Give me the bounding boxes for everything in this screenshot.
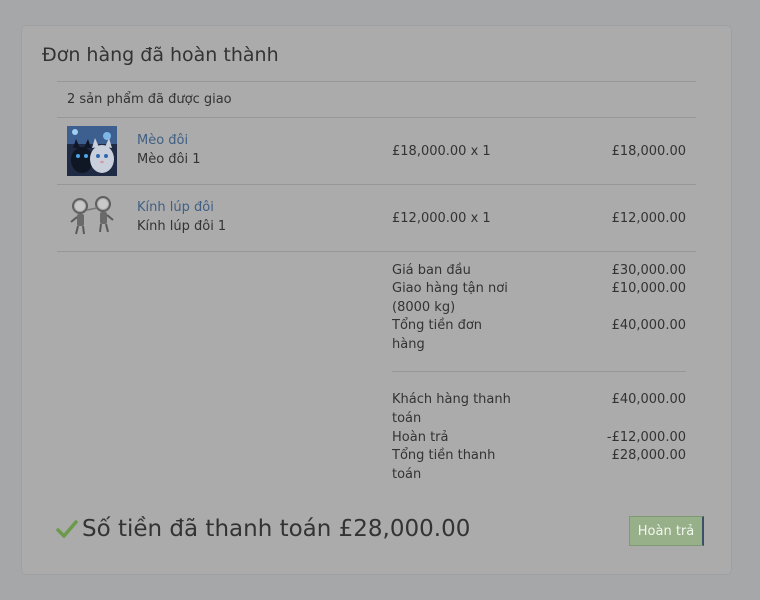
product-link[interactable]: Kính lúp đôi xyxy=(137,200,214,215)
order-panel: Đơn hàng đã hoàn thành 2 sản phẩm đã đượ… xyxy=(22,26,731,574)
product-variant: Kính lúp đôi 1 xyxy=(137,219,227,234)
price-quantity: £18,000.00 x 1 xyxy=(392,144,491,159)
subtotal-value: £30,000.00 xyxy=(611,263,686,278)
divider xyxy=(57,251,696,252)
refund-value: -£12,000.00 xyxy=(606,430,686,445)
customer-paid-label: Khách hàng thanh toán xyxy=(392,392,511,426)
check-icon xyxy=(56,520,78,538)
line-total: £12,000.00 xyxy=(611,211,686,226)
product-thumbnail-cats[interactable] xyxy=(67,126,117,176)
net-paid-value: £28,000.00 xyxy=(611,448,686,463)
line-item: Kính lúp đôi Kính lúp đôi 1 £12,000.00 x… xyxy=(57,185,696,251)
paid-amount-text: Số tiền đã thanh toán £28,000.00 xyxy=(82,516,471,542)
divider xyxy=(57,81,696,82)
cats-photo-image xyxy=(67,126,117,176)
payment-status: Số tiền đã thanh toán £28,000.00 xyxy=(56,516,470,542)
product-link[interactable]: Mèo đôi xyxy=(137,133,188,148)
price-quantity: £12,000.00 x 1 xyxy=(392,211,491,226)
shipping-label: Giao hàng tận nơi (8000 kg) xyxy=(392,281,508,315)
product-thumbnail-magnifier[interactable] xyxy=(67,193,117,243)
line-total: £18,000.00 xyxy=(611,144,686,159)
shipping-value: £10,000.00 xyxy=(611,281,686,296)
order-total-value: £40,000.00 xyxy=(611,318,686,333)
customer-paid-value: £40,000.00 xyxy=(611,392,686,407)
shipped-count-text: 2 sản phẩm đã được giao xyxy=(67,92,232,107)
panel-title: Đơn hàng đã hoàn thành xyxy=(42,44,279,66)
line-item: Mèo đôi Mèo đôi 1 £18,000.00 x 1 £18,000… xyxy=(57,118,696,184)
product-variant: Mèo đôi 1 xyxy=(137,152,201,167)
summary-divider xyxy=(392,371,686,372)
refund-label: Hoàn trả xyxy=(392,430,449,445)
magnifying-glass-figures-image xyxy=(67,193,117,243)
subtotal-label: Giá ban đầu xyxy=(392,263,471,278)
order-total-label: Tổng tiền đơn hàng xyxy=(392,318,483,352)
refund-button[interactable]: Hoàn trả xyxy=(629,516,704,546)
net-paid-label: Tổng tiền thanh toán xyxy=(392,448,496,482)
